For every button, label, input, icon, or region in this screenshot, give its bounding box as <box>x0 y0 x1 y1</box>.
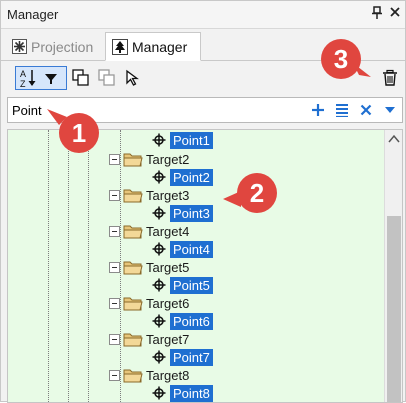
collapse-toggle[interactable] <box>109 261 120 273</box>
point-target-icon <box>152 350 166 364</box>
tree-guide-line <box>88 130 89 402</box>
tree-node-point[interactable]: Point1 <box>152 131 213 149</box>
funnel-icon <box>45 74 57 84</box>
copy-icon <box>72 69 89 86</box>
point-label: Point3 <box>170 204 213 222</box>
point-target-icon <box>152 278 166 292</box>
collapse-toggle[interactable] <box>109 189 120 201</box>
tree-node-target[interactable]: Target4 <box>109 222 189 240</box>
chevron-down-icon <box>385 107 395 113</box>
tree-node-point[interactable]: Point6 <box>152 312 213 330</box>
tree-node-point[interactable]: Point7 <box>152 348 213 366</box>
vertical-scrollbar[interactable] <box>384 130 402 402</box>
plus-icon <box>312 104 324 116</box>
tree-icon <box>112 38 128 55</box>
point-target-icon <box>152 386 166 400</box>
callout-pointer-1 <box>47 109 67 125</box>
point-target-icon <box>152 206 166 220</box>
collapse-toggle[interactable] <box>109 297 120 309</box>
point-target-icon <box>152 314 166 328</box>
point-label: Point5 <box>170 276 213 294</box>
sort-az-icon: A Z <box>20 69 57 88</box>
sort-toggle-button[interactable]: A Z <box>15 66 67 90</box>
tree-node-point[interactable]: Point5 <box>152 276 213 294</box>
folder-icon <box>123 189 143 202</box>
tree-node-target[interactable]: Target8 <box>109 366 189 384</box>
folder-icon <box>123 333 143 346</box>
target-label: Target5 <box>146 259 190 275</box>
tree-node-target[interactable]: Target7 <box>109 330 189 348</box>
collapse-toggle[interactable] <box>109 225 120 237</box>
select-button[interactable] <box>121 66 145 90</box>
svg-text:Z: Z <box>20 79 26 88</box>
tree-node-point[interactable]: Point3 <box>152 204 213 222</box>
tree-node-point[interactable]: Point2 <box>152 168 213 186</box>
point-label: Point7 <box>170 348 213 366</box>
point-label: Point1 <box>170 131 213 149</box>
tree-view[interactable]: Point1 Target2 Point2 Target3 Point3 Target4 P… <box>7 129 403 403</box>
list-icon <box>336 104 348 117</box>
paste-icon <box>98 69 115 86</box>
add-filter-button[interactable] <box>308 100 328 120</box>
tab-projection-label: Projection <box>31 38 94 55</box>
tab-projection[interactable]: Projection <box>5 32 101 61</box>
delete-button[interactable] <box>378 66 402 90</box>
tree-node-target[interactable]: Target5 <box>109 258 189 276</box>
cursor-icon <box>126 69 139 86</box>
clear-filter-button[interactable] <box>356 100 376 120</box>
target-label: Target7 <box>146 331 190 347</box>
tab-manager[interactable]: Manager <box>105 32 201 61</box>
point-target-icon <box>152 170 166 184</box>
manager-panel: Manager Projection Manager A Z Point Poi… <box>0 0 406 403</box>
close-icon <box>390 7 400 17</box>
collapse-toggle[interactable] <box>109 333 120 345</box>
callout-pointer-2 <box>223 191 241 207</box>
callout-badge-2: 2 <box>237 173 277 213</box>
point-target-icon <box>152 133 166 147</box>
pin-button[interactable] <box>370 6 384 22</box>
tree-node-target[interactable]: Target3 <box>109 186 189 204</box>
close-button[interactable] <box>388 6 402 22</box>
window-title: Manager <box>7 7 59 22</box>
collapse-toggle[interactable] <box>109 369 120 381</box>
close-icon <box>360 104 372 116</box>
folder-icon <box>123 369 143 382</box>
tab-manager-label: Manager <box>132 38 188 55</box>
folder-icon <box>123 297 143 310</box>
folder-icon <box>123 153 143 166</box>
point-target-icon <box>152 242 166 256</box>
trash-icon <box>383 69 397 86</box>
scroll-up-icon[interactable] <box>388 134 400 144</box>
target-label: Target2 <box>146 151 190 167</box>
tree-node-point[interactable]: Point4 <box>152 240 213 258</box>
point-label: Point2 <box>170 168 213 186</box>
target-label: Target8 <box>146 367 190 383</box>
title-bar: Manager <box>1 1 405 29</box>
target-label: Target3 <box>146 187 190 203</box>
target-label: Target6 <box>146 295 190 311</box>
folder-icon <box>123 225 143 238</box>
tree-guide-line <box>68 130 69 402</box>
svg-text:A: A <box>20 69 26 79</box>
tree-node-point[interactable]: Point8 <box>152 384 213 402</box>
gear-asterisk-icon <box>11 39 27 55</box>
filter-dropdown-button[interactable] <box>380 100 400 120</box>
copy-button[interactable] <box>69 66 93 90</box>
tree-node-target[interactable]: Target6 <box>109 294 189 312</box>
tree-node-target[interactable]: Target2 <box>109 150 189 168</box>
scrollbar-thumb[interactable] <box>387 216 401 402</box>
filter-list-button[interactable] <box>332 100 352 120</box>
tree-guide-line <box>48 130 49 402</box>
collapse-toggle[interactable] <box>109 153 120 165</box>
paste-button[interactable] <box>95 66 119 90</box>
point-label: Point8 <box>170 384 213 402</box>
point-label: Point6 <box>170 312 213 330</box>
point-label: Point4 <box>170 240 213 258</box>
pin-icon <box>372 6 382 19</box>
target-label: Target4 <box>146 223 190 239</box>
callout-pointer-3 <box>353 63 371 77</box>
folder-icon <box>123 261 143 274</box>
